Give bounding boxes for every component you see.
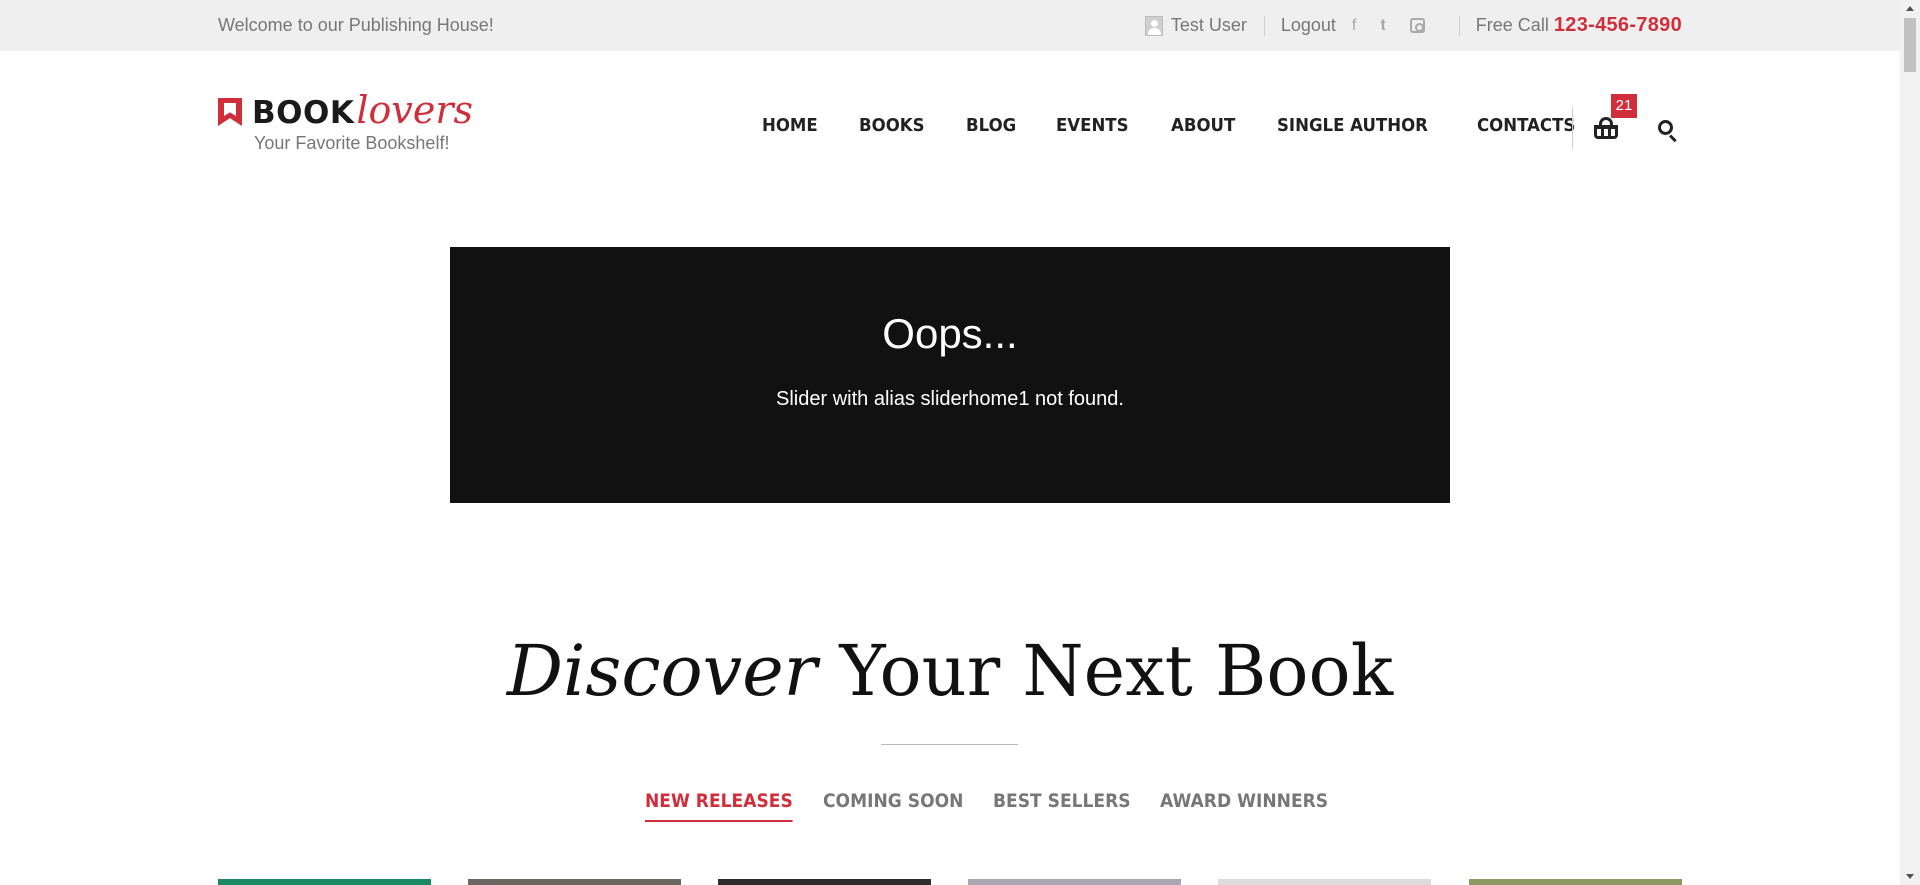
cart-count-badge: 21 <box>1611 94 1637 118</box>
section-title-emphasis: Discover <box>506 630 818 712</box>
book-cover[interactable] <box>718 879 931 885</box>
user-avatar-icon <box>1144 15 1163 36</box>
scroll-up-arrow-icon[interactable] <box>1906 6 1914 11</box>
free-call: Free Call 123-456-7890 <box>1460 14 1682 37</box>
user-account-link[interactable]: Test User <box>1144 15 1264 36</box>
logo-lovers-text: lovers <box>356 88 474 132</box>
book-tabs: NEW RELEASES COMING SOON BEST SELLERS AW… <box>645 790 1347 822</box>
search-lens <box>1658 120 1673 135</box>
nav-item-home[interactable]: HOME <box>762 115 818 136</box>
book-cover[interactable] <box>1469 879 1682 885</box>
logout-link[interactable]: Logout <box>1265 15 1352 36</box>
site-header: BOOK lovers Your Favorite Bookshelf! HOM… <box>0 51 1900 201</box>
nav-item-events[interactable]: EVENTS <box>1056 115 1129 136</box>
phone-number[interactable]: 123-456-7890 <box>1554 14 1682 36</box>
top-bar-right: Test User Logout f 𝐭 Free Call 123-456-7… <box>1144 0 1682 51</box>
nav-divider <box>1572 107 1573 149</box>
tab-new-releases[interactable]: NEW RELEASES <box>645 790 793 822</box>
main-nav: HOME BOOKS BLOG EVENTS ABOUT SINGLE AUTH… <box>762 115 1584 136</box>
tab-coming-soon[interactable]: COMING SOON <box>823 790 963 822</box>
cart-basket <box>1594 125 1618 139</box>
nav-item-contacts[interactable]: CONTACTS <box>1477 115 1575 136</box>
free-call-label: Free Call <box>1475 15 1549 35</box>
slider-error-message: Slider with alias sliderhome1 not found. <box>776 388 1124 410</box>
slider-error-title: Oops... <box>882 310 1018 357</box>
book-cover[interactable] <box>468 879 681 885</box>
nav-item-books[interactable]: BOOKS <box>859 115 925 136</box>
book-cover[interactable] <box>218 879 431 885</box>
book-cover[interactable] <box>968 879 1181 885</box>
user-name: Test User <box>1170 15 1247 35</box>
section-divider <box>881 744 1018 745</box>
scrollbar-thumb[interactable] <box>1904 18 1916 72</box>
cart-icon[interactable] <box>1592 115 1620 141</box>
welcome-text: Welcome to our Publishing House! <box>218 15 494 35</box>
logo-book-text: BOOK <box>252 95 355 131</box>
book-grid <box>218 879 1682 885</box>
site-logo[interactable]: BOOK lovers Your Favorite Bookshelf! <box>218 91 473 154</box>
tab-best-sellers[interactable]: BEST SELLERS <box>993 790 1131 822</box>
top-bar: Welcome to our Publishing House! Test Us… <box>0 0 1900 51</box>
facebook-icon[interactable]: f <box>1352 17 1356 35</box>
nav-item-blog[interactable]: BLOG <box>966 115 1016 136</box>
social-links: f 𝐭 <box>1352 17 1459 35</box>
instagram-icon[interactable] <box>1409 18 1425 33</box>
section-title: Discover Your Next Book <box>0 636 1900 706</box>
bookmark-icon <box>218 98 242 126</box>
page-scrollbar[interactable] <box>1900 0 1920 885</box>
search-handle <box>1668 134 1677 143</box>
section-title-rest: Your Next Book <box>817 630 1394 712</box>
tab-award-winners[interactable]: AWARD WINNERS <box>1160 790 1328 822</box>
scroll-down-arrow-icon[interactable] <box>1906 874 1914 879</box>
nav-item-single-author[interactable]: SINGLE AUTHOR <box>1277 115 1428 136</box>
logo-tagline: Your Favorite Bookshelf! <box>254 133 450 153</box>
nav-item-about[interactable]: ABOUT <box>1171 115 1235 136</box>
book-cover[interactable] <box>1218 879 1431 885</box>
twitter-icon[interactable]: 𝐭 <box>1380 17 1385 35</box>
slider-error-box: Oops... Slider with alias sliderhome1 no… <box>450 247 1450 503</box>
search-icon[interactable] <box>1658 120 1678 143</box>
